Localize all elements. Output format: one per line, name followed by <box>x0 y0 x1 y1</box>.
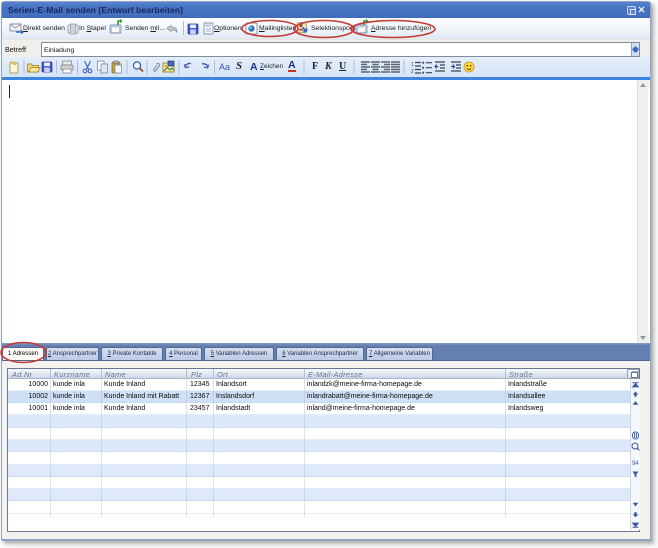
svg-text:94: 94 <box>632 461 639 467</box>
svg-text:2: 2 <box>411 69 414 75</box>
svg-text:1: 1 <box>411 62 414 68</box>
